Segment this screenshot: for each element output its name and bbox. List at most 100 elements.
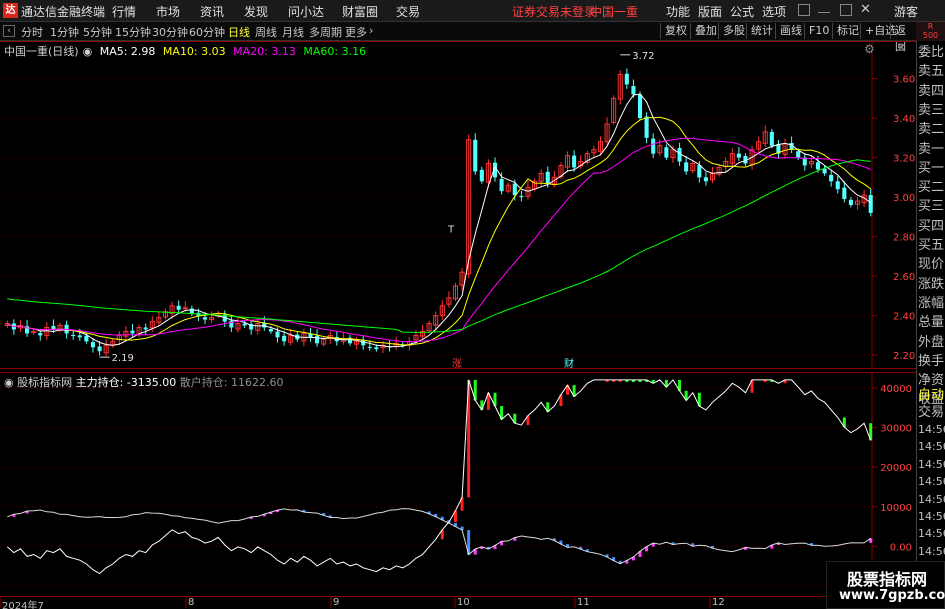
period-fenshi[interactable]: 分时 <box>21 24 43 40</box>
quote-label[interactable]: 卖四 <box>918 82 945 101</box>
btn-back[interactable]: 返回 <box>890 23 916 53</box>
tick-time: 14:56 <box>918 440 945 454</box>
candle-body <box>631 86 636 95</box>
period-30min[interactable]: 30分钟 <box>152 24 188 40</box>
candlestick-chart[interactable]: 3.60 3.40 3.20 3.00 2.80 2.60 2.40 2.20 3.72 2.19… <box>0 41 916 369</box>
menu-xuanxiang[interactable]: 选项 <box>762 3 786 20</box>
rank-badge-bottom: 500 <box>922 31 939 40</box>
login-status[interactable]: 证券交易未登录 <box>512 3 596 20</box>
candle-body <box>71 335 76 337</box>
quote-label[interactable]: 卖三 <box>918 101 945 120</box>
window-menu-icon[interactable] <box>798 4 810 16</box>
indicator-name: 股标指标网 <box>17 376 73 389</box>
more-chevron-icon[interactable]: › <box>369 24 373 37</box>
quote-label[interactable]: 涨幅 <box>918 294 945 313</box>
indicator-tick-label: 20000 <box>880 463 912 474</box>
menu-caifuquan[interactable]: 财富圈 <box>342 3 378 20</box>
menu-hangqing[interactable]: 行情 <box>112 3 136 20</box>
guest-label[interactable]: 游客 <box>894 3 918 20</box>
btn-biaoji[interactable]: 标记 <box>832 23 863 39</box>
legend-ma10: MA10: 3.03 <box>162 45 226 58</box>
indicator-toggle-icon[interactable]: ◉ <box>4 376 14 389</box>
sub-legend: ◉ 股标指标网 主力持仓: -3135.00 散户持仓: 11622.60 <box>4 374 283 390</box>
quote-label[interactable]: 卖一 <box>918 140 945 159</box>
trade-label[interactable]: 交易 <box>918 403 945 422</box>
candle-body <box>367 346 372 348</box>
menu-gongneng[interactable]: 功能 <box>666 3 690 20</box>
menu-faxian[interactable]: 发现 <box>244 3 268 20</box>
quote-label[interactable]: 外盘 <box>918 333 945 352</box>
period-toolbar: ‹ 分时 1分钟 5分钟 15分钟 30分钟 60分钟 日线 周线 月线 多周期… <box>0 22 945 53</box>
period-weekly[interactable]: 周线 <box>255 24 277 40</box>
y-tick-label: 3.40 <box>893 114 915 125</box>
candle-body <box>684 162 689 172</box>
maximize-icon[interactable] <box>840 4 852 16</box>
period-60min[interactable]: 60分钟 <box>189 24 225 40</box>
period-monthly[interactable]: 月线 <box>282 24 304 40</box>
indicator-tick-label: 30000 <box>880 423 912 434</box>
menu-zixun[interactable]: 资讯 <box>200 3 224 20</box>
tick-time: 14:56 <box>918 457 945 471</box>
quote-label[interactable]: 买三 <box>918 197 945 216</box>
toolbar-menu-icon[interactable]: ‹ <box>3 25 15 37</box>
candle-body <box>282 335 287 342</box>
rank-badge[interactable]: R 500 <box>916 22 945 41</box>
period-multi[interactable]: 多周期 <box>309 24 342 40</box>
quote-label[interactable]: 买五 <box>918 236 945 255</box>
period-more[interactable]: 更多 <box>345 24 367 40</box>
retail-hold-line <box>7 508 871 565</box>
quote-label[interactable]: 卖二 <box>918 120 945 139</box>
menu-gongshi[interactable]: 公式 <box>730 3 754 20</box>
quote-label[interactable]: 买二 <box>918 178 945 197</box>
candle-body <box>664 147 669 158</box>
quote-label[interactable]: 卖五 <box>918 62 945 81</box>
period-1min[interactable]: 1分钟 <box>50 24 79 40</box>
chart-title: 中国一重(日线) <box>4 45 79 58</box>
period-15min[interactable]: 15分钟 <box>115 24 151 40</box>
candle-body <box>796 151 801 158</box>
menu-jiaoyi[interactable]: 交易 <box>396 3 420 20</box>
quote-label[interactable]: 买一 <box>918 159 945 178</box>
menu-shichang[interactable]: 市场 <box>156 3 180 20</box>
btn-diejia[interactable]: 叠加 <box>690 23 721 39</box>
indicator-chart[interactable]: 400003000020000100000.00-10000 <box>0 372 916 590</box>
candle-body <box>815 162 821 170</box>
btn-duogu[interactable]: 多股 <box>718 23 749 39</box>
menu-wenxiaoda[interactable]: 问小达 <box>288 3 324 20</box>
legend-toggle-icon[interactable]: ◉ <box>83 45 93 58</box>
chart-close-icon[interactable]: ✕ <box>896 41 907 56</box>
quote-label[interactable]: 换手 <box>918 352 945 371</box>
tick-time: 14:56 <box>918 510 945 523</box>
btn-huaxian[interactable]: 画线 <box>775 23 806 39</box>
app-logo-icon: 达 <box>3 3 18 18</box>
menu-banmian[interactable]: 版面 <box>698 3 722 20</box>
quote-label[interactable]: 涨跌 <box>918 275 945 294</box>
main-hold-line <box>6 379 872 575</box>
candle-body <box>130 330 135 334</box>
btn-fuquan[interactable]: 复权 <box>660 23 691 39</box>
date-label: 2024年7 <box>2 601 44 609</box>
candle-body <box>703 177 708 182</box>
ma60-line <box>7 159 871 333</box>
minimize-icon[interactable] <box>818 12 830 14</box>
indicator-tick-label: 10000 <box>880 503 912 514</box>
legend-main-hold: 主力持仓: -3135.00 <box>75 376 177 389</box>
btn-tongji[interactable]: 统计 <box>746 23 777 39</box>
btn-f10[interactable]: F10 <box>804 23 833 39</box>
quote-label[interactable]: 买四 <box>918 217 945 236</box>
quote-label[interactable]: 现价 <box>918 255 945 274</box>
rank-badge-top: R <box>927 22 934 31</box>
candle-body <box>315 335 320 344</box>
period-daily[interactable]: 日线 <box>228 24 250 40</box>
chart-settings-icon[interactable]: ⚙ <box>864 42 875 56</box>
tick-time: 14:56 <box>918 527 945 541</box>
quote-label[interactable]: 委比 <box>918 43 945 62</box>
close-icon[interactable]: ✕ <box>860 2 871 17</box>
legend-retail-hold: 散户持仓: 11622.60 <box>179 376 284 389</box>
candle-body <box>829 174 834 182</box>
quote-label[interactable]: 总量 <box>918 313 945 332</box>
date-label: 9 <box>333 597 340 608</box>
candle-body <box>90 342 96 348</box>
candle-body <box>637 94 643 119</box>
period-5min[interactable]: 5分钟 <box>83 24 112 40</box>
